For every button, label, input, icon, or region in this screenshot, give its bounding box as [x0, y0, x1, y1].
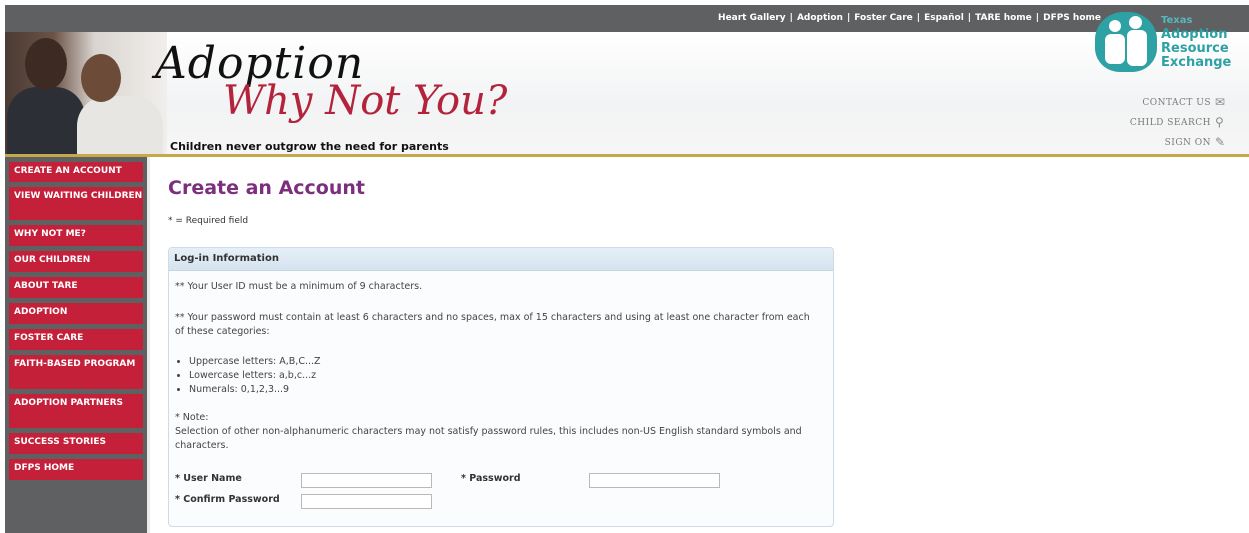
confirm-password-input[interactable] — [301, 494, 432, 509]
search-icon: ⚲ — [1215, 115, 1225, 129]
nav-our-children[interactable]: OUR CHILDREN — [9, 251, 143, 272]
username-input[interactable] — [301, 473, 432, 488]
header-banner: Adoption Why Not You? Children never out… — [5, 12, 1249, 154]
logo-line2: Resource — [1161, 41, 1229, 56]
contact-us-link[interactable]: CONTACT US ✉ — [1142, 95, 1229, 109]
note-text: Selection of other non-alphanumeric char… — [175, 426, 802, 451]
category-uppercase: Uppercase letters: A,B,C...Z — [189, 355, 815, 369]
pencil-icon: ✎ — [1215, 135, 1226, 149]
sidebar-nav: CREATE AN ACCOUNT VIEW WAITING CHILDREN … — [5, 157, 147, 533]
password-input[interactable] — [589, 473, 720, 488]
nav-foster-care[interactable]: FOSTER CARE — [9, 329, 143, 350]
password-label: * Password — [461, 473, 521, 484]
category-numerals: Numerals: 0,1,2,3...9 — [189, 383, 815, 397]
password-rule: ** Your password must contain at least 6… — [175, 312, 810, 337]
envelope-icon: ✉ — [1215, 95, 1226, 109]
password-categories: Uppercase letters: A,B,C...Z Lowercase l… — [175, 355, 815, 397]
panel-header: Log-in Information — [169, 248, 833, 271]
family-logo-icon — [1095, 12, 1157, 72]
required-field-note: * = Required field — [168, 216, 249, 226]
note-label: * Note: — [175, 412, 209, 423]
link-foster-care[interactable]: Foster Care — [854, 13, 913, 23]
nav-about-tare[interactable]: ABOUT TARE — [9, 277, 143, 298]
nav-adoption-partners[interactable]: ADOPTION PARTNERS — [9, 394, 143, 428]
nav-dfps-home[interactable]: DFPS HOME — [9, 459, 143, 480]
logo-line3: Exchange — [1161, 55, 1232, 70]
link-heart-gallery[interactable]: Heart Gallery — [718, 13, 786, 23]
username-label: * User Name — [175, 473, 242, 484]
nav-adoption[interactable]: ADOPTION — [9, 303, 143, 324]
sign-on-link[interactable]: SIGN ON ✎ — [1165, 135, 1229, 149]
banner-tagline: Children never outgrow the need for pare… — [170, 140, 449, 153]
userid-rule: ** Your User ID must be a minimum of 9 c… — [175, 281, 423, 292]
child-search-link[interactable]: CHILD SEARCH ⚲ — [1130, 115, 1229, 129]
nav-success-stories[interactable]: SUCCESS STORIES — [9, 433, 143, 454]
page-frame: Heart Gallery | Adoption | Foster Care | Españ… — [5, 5, 1249, 533]
login-info-panel: Log-in Information ** Your User ID must … — [168, 247, 834, 527]
banner-photo — [5, 32, 167, 154]
category-lowercase: Lowercase letters: a,b,c...z — [189, 369, 815, 383]
banner-script-why-not-you: Why Not You? — [223, 78, 508, 124]
top-bar: Heart Gallery | Adoption | Foster Care | Españ… — [5, 5, 1249, 32]
confirm-password-label: * Confirm Password — [175, 494, 280, 505]
page-title: Create an Account — [168, 177, 365, 199]
nav-why-not-me[interactable]: WHY NOT ME? — [9, 225, 143, 246]
nav-create-account[interactable]: CREATE AN ACCOUNT — [9, 162, 143, 182]
link-espanol[interactable]: Español — [924, 13, 964, 23]
link-tare-home[interactable]: TARE home — [975, 13, 1032, 23]
logo-line1: Adoption — [1161, 27, 1228, 42]
tare-logo[interactable]: Texas Adoption Resource Exchange — [1091, 10, 1249, 88]
main-content: Create an Account * = Required field Log… — [150, 157, 1249, 533]
link-adoption[interactable]: Adoption — [797, 13, 843, 23]
logo-state: Texas — [1161, 15, 1193, 26]
panel-title: Log-in Information — [174, 253, 279, 264]
nav-faith-based-program[interactable]: FAITH-BASED PROGRAM — [9, 355, 143, 389]
top-links: Heart Gallery | Adoption | Foster Care | Españ… — [718, 13, 1101, 23]
nav-view-waiting-children[interactable]: VIEW WAITING CHILDREN — [9, 187, 143, 220]
